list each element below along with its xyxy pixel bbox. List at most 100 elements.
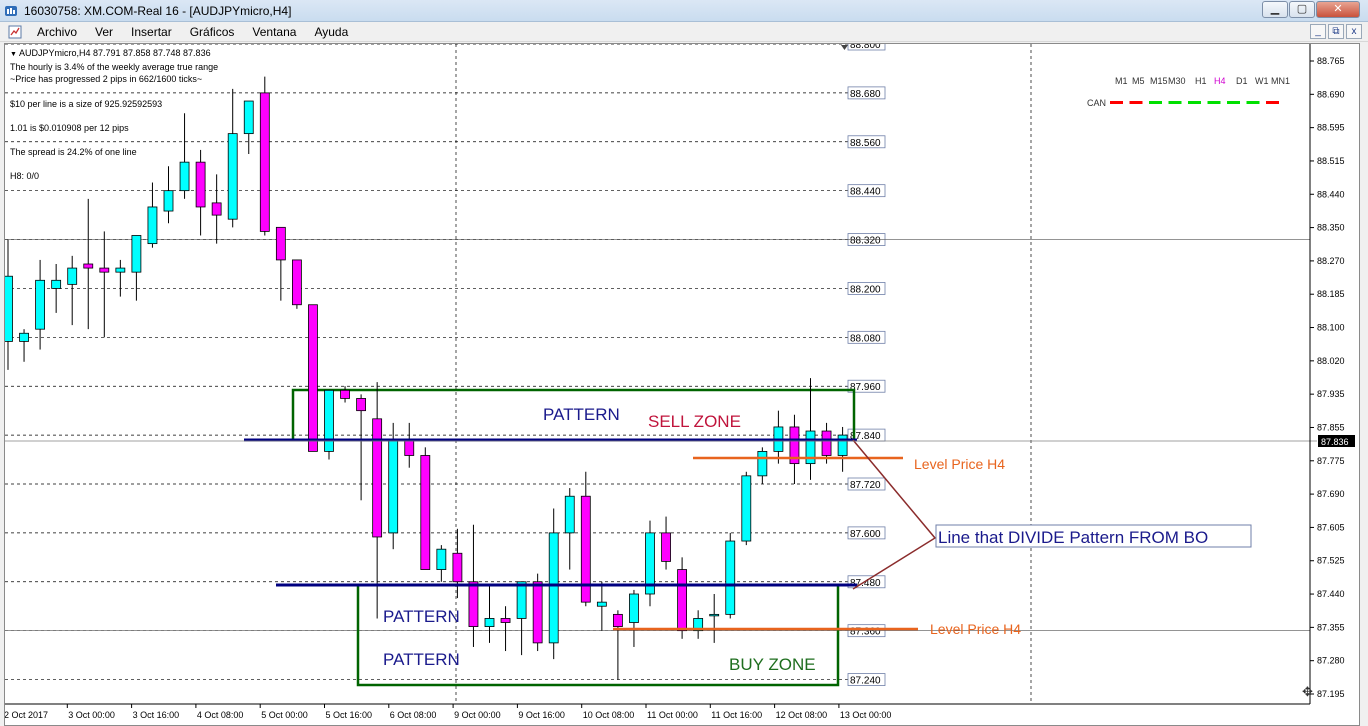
y-tick-label: 87.195	[1317, 689, 1345, 699]
candle-bear[interactable]	[356, 398, 367, 412]
candle-bull[interactable]	[324, 389, 334, 452]
maximize-button[interactable]: ▢	[1289, 1, 1315, 18]
candle-bear[interactable]	[275, 226, 286, 261]
info-line-6: H8: 0/0	[10, 171, 40, 181]
tf-h1[interactable]: H1	[1195, 76, 1207, 86]
candle-bear[interactable]	[677, 569, 687, 632]
candle-bull[interactable]	[147, 206, 158, 245]
x-tick-label: 3 Oct 00:00	[68, 710, 115, 720]
candle-bull[interactable]	[131, 235, 142, 273]
price-axis	[5, 44, 1311, 705]
candle-bull[interactable]	[227, 133, 238, 220]
candle-bull[interactable]	[596, 601, 607, 607]
candle-bull[interactable]	[388, 438, 399, 534]
close-button[interactable]: ✕	[1316, 1, 1360, 18]
grid-level-label: 87.240	[850, 676, 881, 687]
candle-bull[interactable]	[484, 618, 495, 627]
collapse-icon[interactable]: ▼	[10, 51, 17, 58]
can-indicator-dash	[1246, 101, 1260, 104]
candle-bull[interactable]	[757, 451, 768, 477]
tf-h4[interactable]: H4	[1214, 76, 1226, 86]
tf-m30[interactable]: M30	[1168, 76, 1186, 86]
candle-bear[interactable]	[420, 455, 431, 570]
y-tick-label: 87.935	[1317, 389, 1345, 399]
can-label: CAN	[1087, 98, 1106, 108]
divide-note-label: Line that DIVIDE Pattern FROM BO	[938, 528, 1208, 547]
y-tick-label: 87.855	[1317, 422, 1345, 432]
tf-mn1[interactable]: MN1	[1271, 76, 1290, 86]
candle-bull[interactable]	[837, 434, 848, 456]
tf-m1[interactable]: M1	[1115, 76, 1128, 86]
candle-bear[interactable]	[613, 613, 623, 627]
candle-bear[interactable]	[99, 267, 110, 273]
crosshair-icon[interactable]: ✥	[1302, 684, 1313, 699]
grid-level-label: 88.680	[850, 89, 881, 100]
candle-bull[interactable]	[67, 267, 78, 285]
candle-bear[interactable]	[452, 552, 463, 583]
candle-bull[interactable]	[436, 548, 447, 570]
level-price-upper-label: Level Price H4	[914, 456, 1005, 472]
x-tick-label: 5 Oct 16:00	[326, 710, 373, 720]
candle-bear[interactable]	[821, 430, 832, 456]
candle-bear[interactable]	[468, 581, 479, 627]
candle-bull[interactable]	[51, 279, 62, 289]
tf-m15[interactable]: M15	[1150, 76, 1168, 86]
candle-bull[interactable]	[709, 613, 720, 617]
y-tick-label: 87.440	[1317, 589, 1345, 599]
tf-d1[interactable]: D1	[1236, 76, 1248, 86]
can-indicator-dash	[1266, 101, 1279, 104]
chart-window[interactable]: 88.800 88.680 88.560 88.440 88.320 88.200 88.0…	[4, 43, 1360, 726]
current-price-value: 87.836	[1321, 437, 1349, 447]
candle-bear[interactable]	[372, 418, 383, 538]
menu-graficos[interactable]: Gráficos	[181, 22, 244, 42]
candle-bear[interactable]	[661, 532, 671, 562]
candle-bull[interactable]	[548, 532, 559, 644]
candle-bear[interactable]	[291, 259, 302, 306]
candle-bull[interactable]	[725, 540, 736, 615]
menu-ver[interactable]: Ver	[86, 22, 122, 42]
app-icon	[5, 5, 17, 16]
candle-bear[interactable]	[195, 161, 206, 208]
mdi-restore-button[interactable]: ⧉	[1328, 24, 1344, 39]
chart-grid: 88.800 88.680 88.560 88.440 88.320 88.200 88.0…	[5, 44, 1310, 704]
menu-insertar[interactable]: Insertar	[122, 22, 181, 42]
chart-document-icon[interactable]	[8, 25, 22, 39]
minimize-button[interactable]: ▁	[1262, 1, 1288, 18]
tf-w1[interactable]: W1	[1255, 76, 1269, 86]
candle-bull[interactable]	[516, 581, 527, 619]
can-indicator-dash	[1110, 101, 1123, 104]
candle-bear[interactable]	[404, 438, 415, 456]
tf-m5[interactable]: M5	[1132, 76, 1145, 86]
menu-archivo[interactable]: Archivo	[28, 22, 86, 42]
y-tick-label: 88.020	[1317, 356, 1345, 366]
candle-bear[interactable]	[308, 304, 318, 452]
candle-bull[interactable]	[243, 100, 254, 135]
candle-bear[interactable]	[532, 581, 543, 644]
price-chart[interactable]: 88.800 88.680 88.560 88.440 88.320 88.200 88.0…	[5, 44, 1359, 725]
mdi-minimize-button[interactable]: _	[1310, 24, 1326, 39]
y-tick-label: 87.775	[1317, 456, 1345, 466]
menu-ventana[interactable]: Ventana	[243, 22, 305, 42]
candle-bear[interactable]	[211, 202, 222, 216]
candle-bull[interactable]	[179, 161, 190, 192]
candle-bear[interactable]	[259, 92, 270, 232]
candle-bear[interactable]	[340, 389, 350, 399]
candle-bull[interactable]	[19, 332, 29, 342]
y-tick-label: 88.595	[1317, 123, 1345, 133]
x-tick-label: 9 Oct 00:00	[454, 710, 501, 720]
candle-bull[interactable]	[741, 475, 752, 542]
candle-bull[interactable]	[5, 275, 13, 342]
candle-bear[interactable]	[500, 618, 511, 623]
candle-bull[interactable]	[564, 495, 575, 534]
menu-ayuda[interactable]: Ayuda	[305, 22, 357, 42]
candle-bull[interactable]	[163, 190, 174, 212]
candle-bull[interactable]	[35, 279, 46, 330]
x-tick-label: 9 Oct 16:00	[518, 710, 565, 720]
y-tick-label: 88.765	[1317, 56, 1345, 66]
candle-bear[interactable]	[83, 263, 94, 269]
candle-bull[interactable]	[115, 267, 126, 273]
mdi-close-button[interactable]: x	[1346, 24, 1362, 39]
time-axis: 2 Oct 2017 3 Oct 00:00 3 Oct 16:00 4 Oct 08…	[5, 704, 891, 720]
grid-level-label: 88.200	[850, 284, 881, 295]
candle-bull[interactable]	[629, 593, 639, 623]
